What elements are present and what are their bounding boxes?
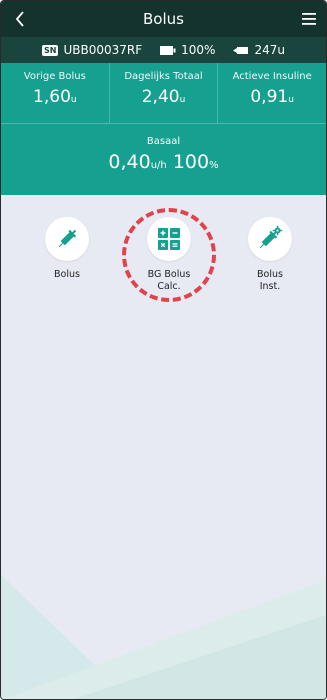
basal-percent-unit: % — [209, 160, 219, 171]
stat-value: 0,91u — [218, 87, 326, 107]
back-button[interactable] — [11, 9, 29, 29]
battery-icon — [160, 45, 176, 55]
phone-screen: Bolus SN UBB00037RF 100% 247u Vorige Bol… — [0, 0, 327, 700]
sn-badge: SN — [42, 44, 59, 56]
bolus-button[interactable]: Bolus — [27, 217, 107, 281]
page-title: Bolus — [143, 10, 184, 28]
battery-status: 100% — [160, 43, 215, 57]
stat-number: 1,60 — [33, 87, 71, 107]
device-status-bar: SN UBB00037RF 100% 247u — [1, 37, 326, 63]
stat-value: 1,60u — [1, 87, 109, 107]
reservoir-icon — [233, 46, 249, 54]
syringe-icon — [58, 229, 77, 248]
bolus-inst-circle — [248, 217, 292, 261]
serial-number: SN UBB00037RF — [42, 43, 142, 57]
stat-number: 0,91 — [250, 87, 289, 107]
stat-value: 2,40u — [110, 87, 218, 107]
reservoir-status: 247u — [233, 43, 285, 57]
stat-label: Actieve Insuline — [232, 71, 312, 82]
basal-panel: Basaal 0,40u/h 100% — [1, 124, 326, 195]
battery-value: 100% — [181, 43, 216, 57]
stat-unit: u — [179, 95, 186, 105]
reservoir-value: 247u — [254, 43, 285, 57]
top-bar: Bolus — [1, 1, 326, 37]
chevron-left-icon — [15, 11, 24, 27]
bolus-inst-label: Bolus Inst. — [257, 269, 283, 292]
highlight-circle — [122, 208, 216, 302]
stat-active-insulin: Actieve Insuline 0,91u — [218, 63, 326, 123]
bolus-circle — [45, 217, 89, 261]
syringe-gear-icon — [259, 225, 283, 249]
basal-rate: 0,40 — [108, 151, 151, 173]
serial-number-value: UBB00037RF — [63, 43, 143, 57]
hamburger-menu-icon — [302, 13, 316, 25]
basal-values: 0,40u/h 100% — [1, 151, 326, 173]
bolus-inst-button[interactable]: Bolus Inst. — [230, 217, 310, 293]
bolus-stats: Vorige Bolus 1,60u Dagelijks Totaal 2,40… — [1, 63, 326, 124]
stat-previous-bolus: Vorige Bolus 1,60u — [1, 63, 110, 123]
stat-label: Vorige Bolus — [23, 71, 86, 82]
bolus-label: Bolus — [54, 269, 80, 280]
stat-daily-total: Dagelijks Totaal 2,40u — [110, 63, 219, 123]
basal-label: Basaal — [146, 136, 181, 147]
stat-unit: u — [288, 95, 294, 105]
basal-percent: 100 — [172, 151, 210, 173]
menu-button[interactable] — [300, 10, 318, 28]
stat-unit: u — [70, 95, 77, 105]
stat-label: Dagelijks Totaal — [124, 71, 203, 82]
basal-rate-unit: u/h — [150, 160, 167, 171]
stat-number: 2,40 — [141, 87, 180, 107]
